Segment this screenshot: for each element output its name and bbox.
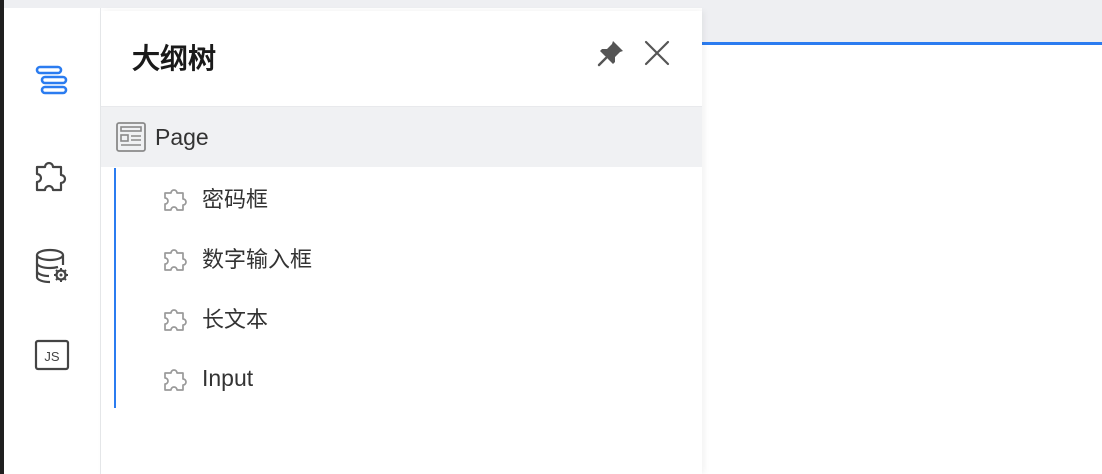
tree-node-number-input[interactable]: 数字输入框 <box>116 228 702 288</box>
outline-tree-panel: 大纲树 Page 密码框 数字输入框 长文本 Input <box>101 11 702 474</box>
rail-outline-tree-button[interactable] <box>30 58 74 102</box>
component-icon <box>162 303 192 333</box>
close-icon <box>644 40 670 66</box>
rail-datasource-button[interactable] <box>30 244 74 288</box>
tree-node-page[interactable]: Page <box>101 107 702 167</box>
component-icon <box>162 363 192 393</box>
panel-title: 大纲树 <box>132 42 217 75</box>
tree-node-label: Page <box>155 123 209 150</box>
panel-header: 大纲树 <box>101 11 702 107</box>
component-icon <box>162 243 192 273</box>
close-button[interactable] <box>641 37 673 69</box>
svg-text:JS: JS <box>44 349 60 364</box>
page-icon <box>115 121 147 153</box>
rail-js-button[interactable]: JS <box>30 334 74 378</box>
canvas-accent-line <box>702 42 1102 45</box>
rail-components-button[interactable] <box>30 151 74 195</box>
editor-window: JS 大纲树 Page 密码框 数字输入框 长文本 Input <box>0 0 1102 474</box>
tree-node-label: 数字输入框 <box>202 248 313 273</box>
tree-node-long-text[interactable]: 长文本 <box>116 288 702 348</box>
tree-children-group: 密码框 数字输入框 长文本 Input <box>114 168 704 408</box>
tree-node-label: 密码框 <box>202 188 269 213</box>
tree-node-password-field[interactable]: 密码框 <box>116 168 702 228</box>
js-code-icon: JS <box>34 339 70 371</box>
datasource-icon <box>35 248 68 284</box>
outline-tree-icon <box>35 65 68 95</box>
top-divider <box>4 0 1102 8</box>
tree-node-input[interactable]: Input <box>116 348 702 408</box>
canvas-toolbar <box>702 8 1102 42</box>
pin-icon <box>597 41 623 67</box>
component-puzzle-icon <box>35 161 67 192</box>
tree-node-label: Input <box>202 364 254 391</box>
tree-node-label: 长文本 <box>202 308 269 333</box>
left-icon-rail: JS <box>4 8 101 474</box>
component-icon <box>162 183 192 213</box>
pin-button[interactable] <box>595 37 627 69</box>
